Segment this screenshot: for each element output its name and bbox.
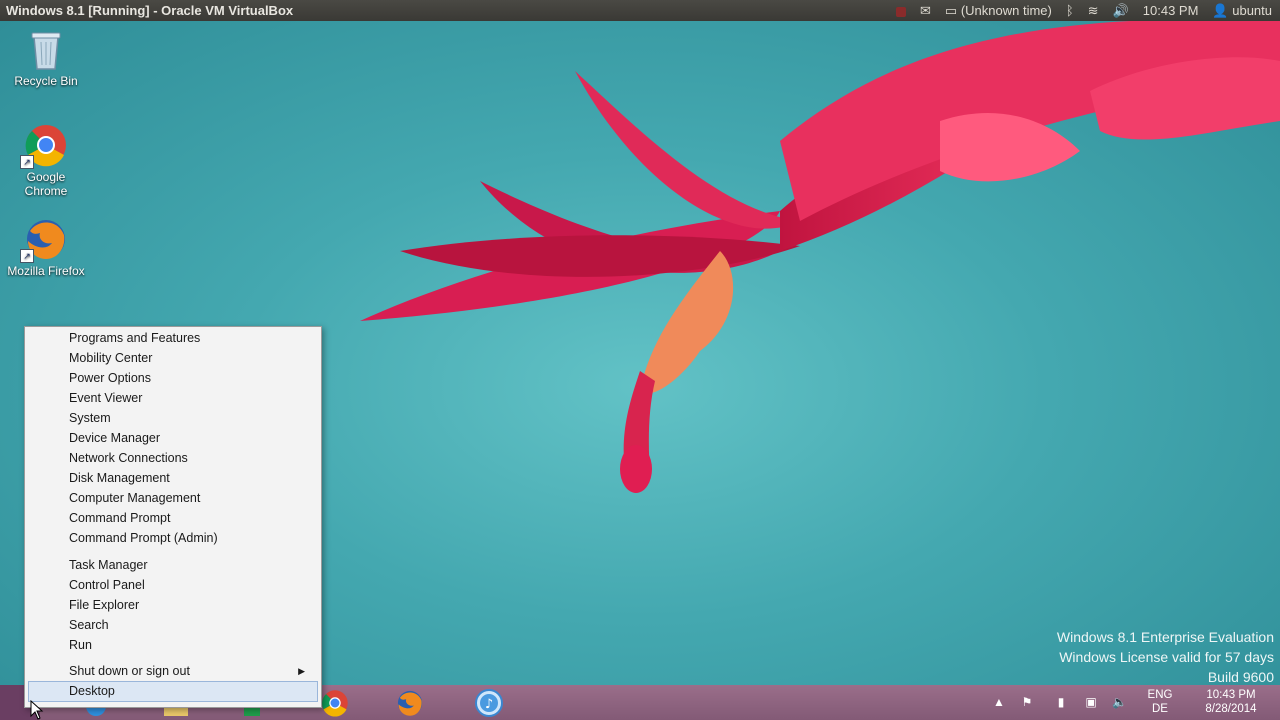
menu-item-task-manager[interactable]: Task Manager	[29, 556, 317, 575]
menu-item-device-manager[interactable]: Device Manager	[29, 429, 317, 448]
menu-item-power-options[interactable]: Power Options	[29, 369, 317, 388]
power-icon[interactable]: ▮	[1054, 695, 1068, 709]
menu-item-command-prompt[interactable]: Command Prompt	[29, 509, 317, 528]
volume-icon[interactable]: 🔊	[1113, 0, 1129, 21]
desktop-icon-label: Mozilla Firefox	[7, 264, 85, 278]
volume-icon[interactable]: 🔈	[1112, 695, 1127, 709]
chrome-icon: ↗	[20, 123, 68, 169]
svg-text:♪: ♪	[485, 697, 493, 712]
host-top-panel: Windows 8.1 [Running] - Oracle VM Virtua…	[0, 0, 1280, 21]
watermark-license: Windows License valid for 57 days	[1059, 649, 1274, 665]
menu-item-event-viewer[interactable]: Event Viewer	[29, 389, 317, 408]
clock-time: 10:43 PM	[1206, 689, 1256, 701]
menu-item-mobility-center[interactable]: Mobility Center	[29, 349, 317, 368]
menu-item-programs-and-features[interactable]: Programs and Features	[29, 329, 317, 348]
menu-item-label: Shut down or sign out	[69, 664, 190, 678]
taskbar-clock[interactable]: 10:43 PM 8/28/2014	[1190, 688, 1272, 716]
taskbar-firefox-button[interactable]	[384, 687, 436, 718]
watermark-build: Build 9600	[1207, 669, 1274, 685]
menu-item-control-panel[interactable]: Control Panel	[29, 576, 317, 595]
menu-item-disk-management[interactable]: Disk Management	[29, 469, 317, 488]
menu-item-desktop[interactable]: Desktop	[28, 681, 318, 702]
windows-watermark: Windows 8.1 Enterprise Evaluation Window…	[1057, 627, 1274, 685]
menu-item-command-prompt-admin[interactable]: Command Prompt (Admin)	[29, 529, 317, 548]
battery-indicator[interactable]: ▭ (Unknown time)	[945, 0, 1052, 21]
menu-item-search[interactable]: Search	[29, 616, 317, 635]
shortcut-arrow-icon: ↗	[20, 155, 34, 169]
menu-item-network-connections[interactable]: Network Connections	[29, 449, 317, 468]
recycle-bin-icon	[24, 27, 68, 71]
mail-icon[interactable]: ✉	[920, 0, 931, 21]
network-icon[interactable]: ▣	[1084, 695, 1098, 709]
taskbar-itunes-button[interactable]: ♪	[463, 687, 515, 718]
watermark-edition: Windows 8.1 Enterprise Evaluation	[1056, 629, 1274, 645]
desktop-icon-firefox[interactable]: ↗ Mozilla Firefox	[6, 217, 86, 278]
firefox-icon: ↗	[20, 217, 68, 263]
user-name: ubuntu	[1232, 3, 1272, 18]
power-user-menu: Programs and Features Mobility Center Po…	[24, 326, 322, 708]
battery-text: (Unknown time)	[960, 3, 1052, 18]
clock-date: 8/28/2014	[1205, 703, 1257, 715]
menu-item-system[interactable]: System	[29, 409, 317, 428]
itunes-icon: ♪	[475, 688, 503, 717]
wifi-icon[interactable]: ≋	[1088, 0, 1099, 21]
menu-item-file-explorer[interactable]: File Explorer	[29, 596, 317, 615]
recording-icon[interactable]	[896, 0, 907, 21]
shortcut-arrow-icon: ↗	[20, 249, 34, 263]
show-hidden-icons-chevron-icon[interactable]: ▲	[992, 695, 1006, 709]
menu-item-run[interactable]: Run	[29, 636, 317, 655]
menu-item-shut-down[interactable]: Shut down or sign out ▶	[29, 662, 317, 681]
chrome-icon	[322, 689, 348, 717]
desktop-icon-chrome[interactable]: ↗ Google Chrome	[6, 123, 86, 198]
menu-item-computer-management[interactable]: Computer Management	[29, 489, 317, 508]
desktop-icon-recycle-bin[interactable]: Recycle Bin	[6, 27, 86, 88]
language-code: ENG	[1147, 689, 1173, 701]
window-title: Windows 8.1 [Running] - Oracle VM Virtua…	[6, 3, 294, 18]
bluetooth-icon[interactable]: ᛒ	[1066, 0, 1074, 21]
mouse-cursor-icon	[30, 700, 44, 720]
input-language-indicator[interactable]: ENG DE	[1146, 688, 1174, 716]
user-menu[interactable]: 👤 ubuntu	[1212, 0, 1272, 21]
action-center-flag-icon[interactable]: ⚑	[1020, 695, 1034, 709]
host-clock[interactable]: 10:43 PM	[1143, 0, 1199, 21]
submenu-arrow-icon: ▶	[298, 666, 305, 676]
desktop-icon-label: Recycle Bin	[14, 74, 78, 88]
firefox-icon	[397, 690, 423, 716]
host-tray: ✉ ▭ (Unknown time) ᛒ ≋ 🔊 10:43 PM 👤 ubun…	[896, 0, 1272, 21]
desktop-icon-label: Google Chrome	[24, 170, 68, 198]
keyboard-layout: DE	[1152, 703, 1168, 715]
